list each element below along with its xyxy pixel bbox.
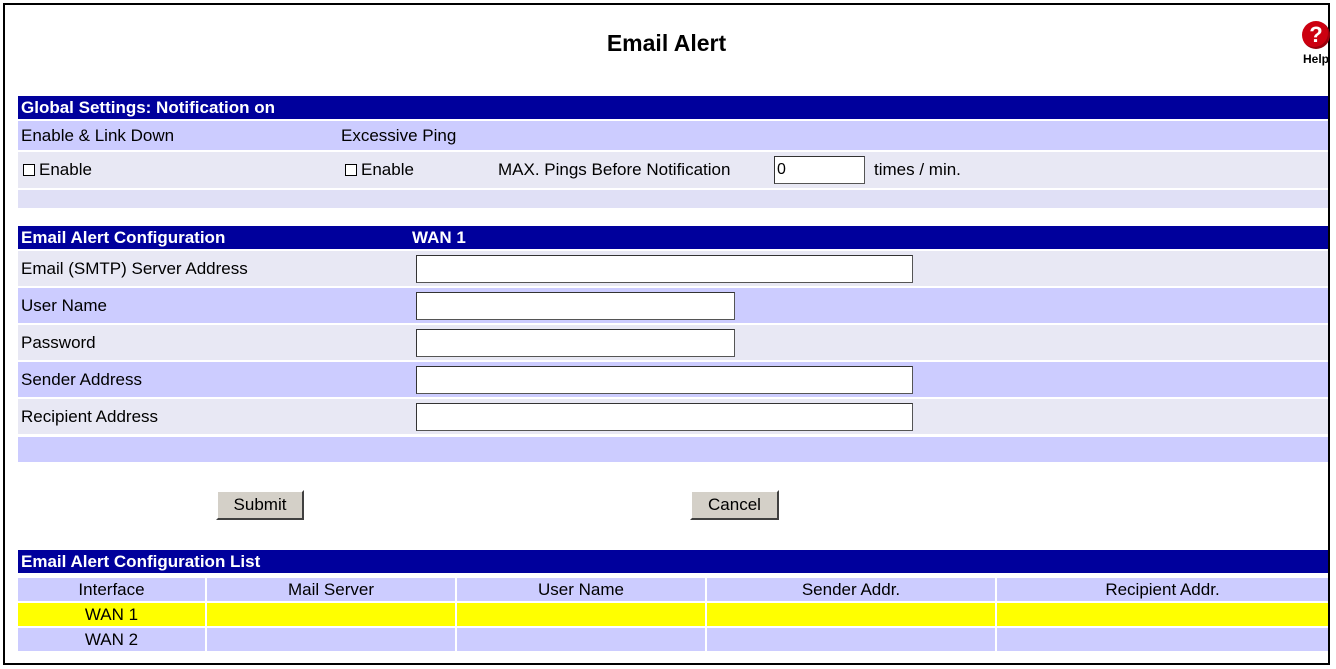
mail-server-cell — [205, 602, 456, 627]
smtp-label: Email (SMTP) Server Address — [21, 259, 248, 278]
sender-label: Sender Address — [21, 370, 142, 389]
wan-header-label: WAN 1 — [412, 228, 466, 247]
config-list-table: Interface Mail Server User Name Sender A… — [18, 576, 1328, 651]
recipient-addr-cell — [995, 627, 1328, 651]
help-label[interactable]: Help — [1298, 52, 1334, 66]
sender-addr-cell — [705, 627, 996, 651]
column-interface: Interface — [18, 577, 206, 602]
config-header: Email Alert Configuration WAN 1 — [18, 226, 1328, 249]
times-per-min-label: times / min. — [874, 160, 961, 179]
sender-row: Sender Address — [18, 362, 1328, 397]
table-row[interactable]: WAN 2 — [18, 627, 1328, 651]
recipient-label: Recipient Address — [21, 407, 159, 426]
config-list-header: Email Alert Configuration List — [18, 550, 1328, 573]
max-pings-input[interactable] — [774, 156, 865, 184]
password-row: Password — [18, 325, 1328, 360]
password-input[interactable] — [416, 329, 735, 357]
submit-button[interactable]: Submit — [216, 490, 304, 520]
smtp-server-input[interactable] — [416, 255, 913, 283]
max-pings-label: MAX. Pings Before Notification — [498, 160, 731, 179]
recipient-address-input[interactable] — [416, 403, 913, 431]
sender-addr-cell — [705, 602, 996, 627]
column-user-name: User Name — [455, 577, 706, 602]
config-header-label: Email Alert Configuration — [21, 228, 226, 247]
recipient-row: Recipient Address — [18, 399, 1328, 434]
global-settings-header: Global Settings: Notification on — [18, 96, 1328, 119]
help-icon[interactable]: ? — [1302, 21, 1330, 49]
sender-address-input[interactable] — [416, 366, 913, 394]
config-list-header-row: Interface Mail Server User Name Sender A… — [18, 577, 1328, 602]
excessive-ping-label: Excessive Ping — [341, 126, 457, 145]
help-button[interactable]: ? Help — [1298, 21, 1334, 66]
user-name-cell — [455, 602, 706, 627]
page-title: Email Alert — [606, 30, 727, 56]
username-row: User Name — [18, 288, 1328, 323]
excessive-ping-enable-option[interactable]: Enable — [345, 152, 414, 188]
link-down-enable-option[interactable]: Enable — [23, 152, 92, 188]
config-spacer-row — [18, 437, 1328, 462]
column-sender-addr: Sender Addr. — [705, 577, 996, 602]
smtp-row: Email (SMTP) Server Address — [18, 251, 1328, 286]
interface-cell[interactable]: WAN 1 — [18, 602, 206, 627]
enable-link-down-label: Enable & Link Down — [21, 126, 175, 145]
excessive-ping-enable-checkbox[interactable] — [345, 163, 357, 176]
global-spacer-row — [18, 190, 1328, 208]
column-recipient-addr: Recipient Addr. — [995, 577, 1328, 602]
column-mail-server: Mail Server — [205, 577, 456, 602]
table-row[interactable]: WAN 1 — [18, 602, 1328, 627]
link-down-enable-checkbox[interactable] — [23, 163, 35, 176]
username-label: User Name — [21, 296, 107, 315]
recipient-addr-cell — [995, 602, 1328, 627]
interface-cell[interactable]: WAN 2 — [18, 627, 206, 651]
user-name-cell — [455, 627, 706, 651]
global-settings-options-row: Enable Enable MAX. Pings Before Notifica… — [18, 152, 1328, 188]
username-input[interactable] — [416, 292, 735, 320]
excessive-ping-enable-label: Enable — [361, 160, 414, 179]
mail-server-cell — [205, 627, 456, 651]
link-down-enable-label: Enable — [39, 160, 92, 179]
global-settings-labels-row: Enable & Link Down Excessive Ping — [18, 121, 1328, 150]
password-label: Password — [21, 333, 96, 352]
cancel-button[interactable]: Cancel — [690, 490, 779, 520]
